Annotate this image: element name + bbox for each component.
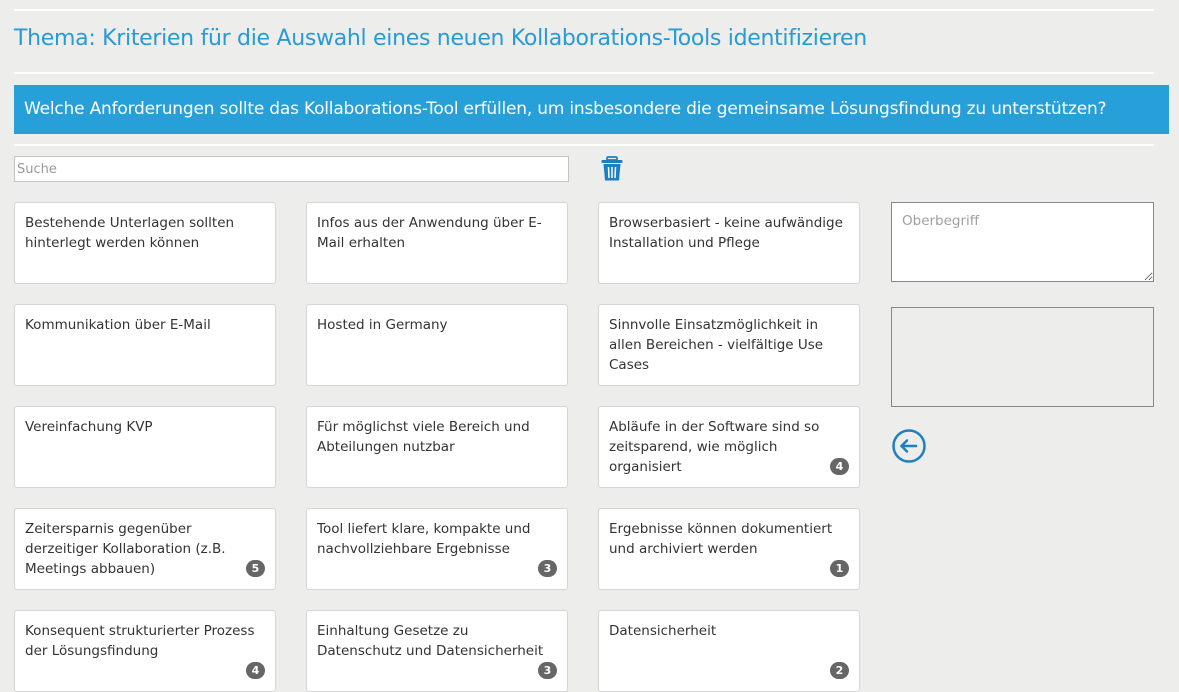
vote-count-badge: 3 (538, 560, 557, 577)
idea-card-text: Vereinfachung KVP (25, 419, 153, 435)
question-divider (14, 144, 1154, 146)
idea-card[interactable]: Datensicherheit 2 (598, 610, 860, 692)
title-divider (14, 72, 1154, 74)
idea-card[interactable]: Kommunikation über E-Mail (14, 304, 276, 386)
vote-count-badge: 4 (830, 458, 849, 475)
idea-card-text: Datensicherheit (609, 623, 717, 639)
idea-card-text: Hosted in Germany (317, 317, 448, 333)
question-banner: Welche Anforderungen sollte das Kollabor… (14, 85, 1169, 134)
idea-card[interactable]: Abläufe in der Software sind so zeitspar… (598, 406, 860, 488)
idea-card[interactable]: Einhaltung Gesetze zu Datenschutz und Da… (306, 610, 568, 692)
idea-card[interactable]: Browserbasiert - keine aufwändige Instal… (598, 202, 860, 284)
idea-card-text: Zeitersparnis gegenüber derzeitiger Koll… (25, 521, 226, 577)
idea-card-text: Abläufe in der Software sind so zeitspar… (609, 419, 820, 475)
arrow-left-circle-icon[interactable] (891, 428, 927, 464)
idea-card-text: Sinnvolle Einsatzmöglichkeit in allen Be… (609, 317, 824, 373)
oberbegriff-input[interactable] (891, 202, 1154, 282)
topic-title: Thema: Kriterien für die Auswahl eines n… (14, 26, 867, 51)
vote-count-badge: 2 (830, 662, 849, 679)
idea-card-text: Kommunikation über E-Mail (25, 317, 211, 333)
idea-card[interactable]: Hosted in Germany (306, 304, 568, 386)
top-divider (14, 9, 1154, 11)
idea-card[interactable]: Vereinfachung KVP (14, 406, 276, 488)
vote-count-badge: 5 (246, 560, 265, 577)
idea-card[interactable]: Für möglichst viele Bereich und Abteilun… (306, 406, 568, 488)
idea-card[interactable]: Zeitersparnis gegenüber derzeitiger Koll… (14, 508, 276, 590)
idea-card-text: Bestehende Unterlagen sollten hinterlegt… (25, 215, 235, 251)
idea-card[interactable]: Konsequent strukturierter Prozess der Lö… (14, 610, 276, 692)
idea-card-text: Ergebnisse können dokumentiert und archi… (609, 521, 833, 557)
trash-icon[interactable] (600, 156, 624, 182)
idea-card-text: Tool liefert klare, kompakte und nachvol… (317, 521, 531, 557)
search-input[interactable] (14, 156, 569, 182)
idea-card[interactable]: Sinnvolle Einsatzmöglichkeit in allen Be… (598, 304, 860, 386)
vote-count-badge: 1 (830, 560, 849, 577)
idea-card-text: Für möglichst viele Bereich und Abteilun… (317, 419, 530, 455)
idea-card-text: Browserbasiert - keine aufwändige Instal… (609, 215, 843, 251)
idea-card-text: Konsequent strukturierter Prozess der Lö… (25, 623, 255, 659)
idea-card[interactable]: Ergebnisse können dokumentiert und archi… (598, 508, 860, 590)
idea-card[interactable]: Infos aus der Anwendung über E-Mail erha… (306, 202, 568, 284)
vote-count-badge: 4 (246, 662, 265, 679)
idea-card[interactable]: Bestehende Unterlagen sollten hinterlegt… (14, 202, 276, 284)
card-drop-zone[interactable] (891, 307, 1154, 407)
idea-card[interactable]: Tool liefert klare, kompakte und nachvol… (306, 508, 568, 590)
idea-card-text: Einhaltung Gesetze zu Datenschutz und Da… (317, 623, 544, 659)
vote-count-badge: 3 (538, 662, 557, 679)
idea-card-text: Infos aus der Anwendung über E-Mail erha… (317, 215, 542, 251)
